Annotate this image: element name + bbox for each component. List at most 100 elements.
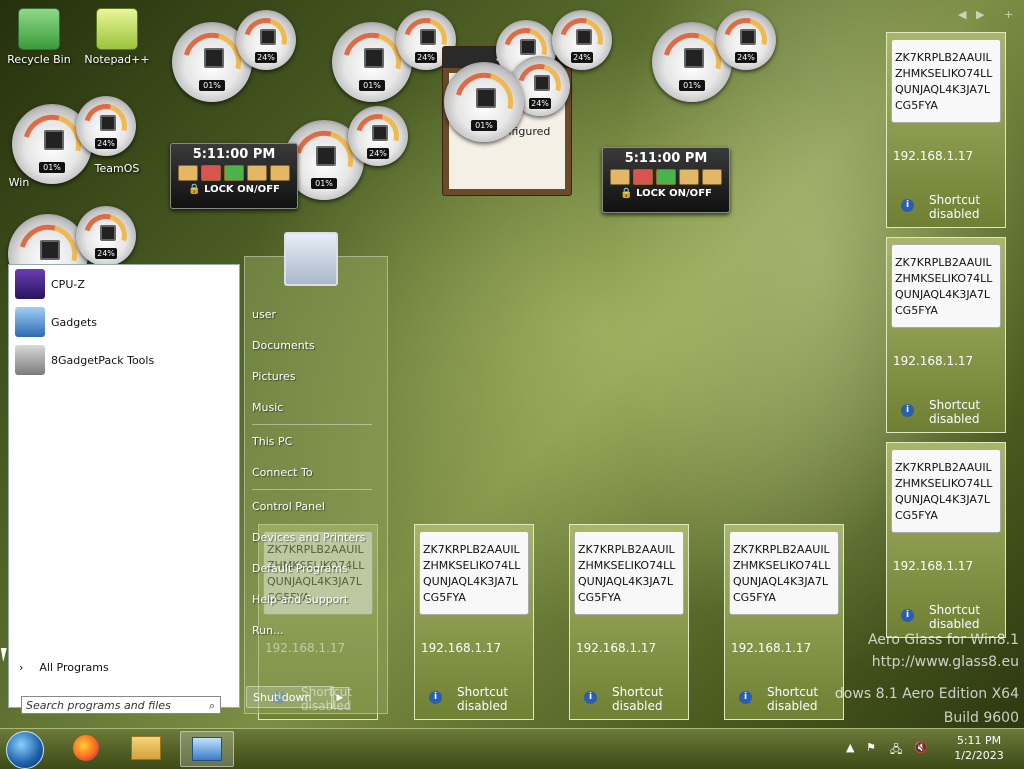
key-icon[interactable] [247,165,267,181]
memory-chip-icon [420,29,436,46]
memory-chip-icon [100,225,116,242]
start-link-pictures[interactable]: Pictures [252,370,296,383]
restart-icon[interactable] [224,165,244,181]
ip-address: 192.168.1.17 [893,149,974,163]
explorer-taskbar-button[interactable] [120,731,172,765]
memory-gauge[interactable]: 24% [716,10,776,70]
search-placeholder: Search programs and files [26,699,171,712]
memory-chip-icon [534,75,550,92]
ip-address: 192.168.1.17 [576,641,657,655]
gadgets-icon [15,307,45,337]
start-program-gadgetpack-tools[interactable]: 8GadgetPack Tools [9,341,239,379]
user-avatar[interactable] [284,232,338,286]
flag-icon[interactable]: ⚑ [866,741,876,754]
start-link-this-pc[interactable]: This PC [252,435,292,448]
start-search-input[interactable]: Search programs and files ⌕ [21,696,221,714]
memory-gauge[interactable]: 24% [76,96,136,156]
network-widget[interactable]: ZK7KRPLB2AAUILZHMKSELIKO74LLQUNJAQL4K3JA… [886,32,1006,228]
clock-time: 5:11:00 PM [624,151,708,166]
chevron-right-icon[interactable]: ▶ [331,687,349,709]
shortcut-status: i Shortcut disabled [739,685,839,713]
network-key: ZK7KRPLB2AAUILZHMKSELIKO74LLQUNJAQL4K3JA… [891,244,1001,328]
desktop-icon-notepad[interactable]: Notepad++ [82,8,152,66]
divider [252,424,372,425]
cpu-chip-icon [684,47,704,68]
shortcut-label: Shortcut disabled [767,685,819,713]
network-widget[interactable]: ZK7KRPLB2AAUILZHMKSELIKO74LLQUNJAQL4K3JA… [724,524,844,720]
gadget-add-icon[interactable]: + [1004,8,1013,21]
notepad-icon [96,8,138,50]
memory-gauge[interactable]: 24% [348,106,408,166]
gadgets-taskbar-button[interactable] [180,731,234,767]
clock-widget[interactable]: 5:11:00 PM 🔒 LOCK ON/OFF [170,143,298,209]
gadget-prev-icon[interactable]: ◀ [958,8,966,21]
network-widget[interactable]: ZK7KRPLB2AAUILZHMKSELIKO74LLQUNJAQL4K3JA… [569,524,689,720]
watermark-line: Build 9600 [943,710,1019,726]
start-link-run[interactable]: Run... [252,624,284,637]
memory-gauge-value: 24% [415,51,437,63]
clock-time: 5:11:00 PM [192,147,276,162]
desktop-icon-recycle-bin[interactable]: Recycle Bin [4,8,74,66]
logoff-icon[interactable] [610,169,630,185]
all-programs-button[interactable]: › All Programs [19,661,109,674]
cpu-gauge-value: 01% [471,119,497,131]
start-menu-right-pane [244,256,388,714]
network-key: ZK7KRPLB2AAUILZHMKSELIKO74LLQUNJAQL4K3JA… [419,531,529,615]
clock-widget[interactable]: 5:11:00 PM 🔒 LOCK ON/OFF [602,147,730,213]
shortcut-status: i Shortcut disabled [901,398,1001,426]
desktop-icon-teamos[interactable]: TeamOS [82,162,152,175]
cpu-gauge[interactable]: 01% [444,62,524,142]
shutdown-button[interactable]: Shut down ▶ [246,686,349,709]
shortcut-label: Shortcut disabled [457,685,509,713]
cpu-z-icon [15,269,45,299]
memory-chip-icon [740,29,756,46]
memory-gauge-value: 24% [735,51,757,63]
power-icon[interactable] [201,165,221,181]
memory-gauge[interactable]: 24% [552,10,612,70]
info-icon: i [739,691,752,704]
start-program-gadgets[interactable]: Gadgets [9,303,239,341]
cpu-gauge-value: 01% [199,79,225,91]
chevron-right-icon: › [19,661,24,674]
start-link-documents[interactable]: Documents [252,339,315,352]
network-widget[interactable]: ZK7KRPLB2AAUILZHMKSELIKO74LLQUNJAQL4K3JA… [414,524,534,720]
start-link-connect-to[interactable]: Connect To [252,466,313,479]
power-icon[interactable] [633,169,653,185]
taskbar-clock[interactable]: 5:11 PM 1/2/2023 [944,733,1014,763]
memory-gauge[interactable]: 24% [236,10,296,70]
show-hidden-icons-icon[interactable]: ▲ [846,741,854,754]
sleep-icon[interactable] [270,165,290,181]
start-link-help-support[interactable]: Help and Support [252,593,348,606]
start-program-label: CPU-Z [51,277,85,291]
ip-address: 192.168.1.17 [421,641,502,655]
network-widget[interactable]: ZK7KRPLB2AAUILZHMKSELIKO74LLQUNJAQL4K3JA… [886,442,1006,638]
volume-muted-icon[interactable]: 🔇 [914,741,928,754]
start-button[interactable] [6,731,44,769]
watermark-line: dows 8.1 Aero Edition X64 [834,686,1019,702]
firefox-taskbar-button[interactable] [60,731,112,765]
cpu-gauge-value: 01% [39,161,65,173]
start-link-control-panel[interactable]: Control Panel [252,500,325,513]
start-link-music[interactable]: Music [252,401,283,414]
network-key: ZK7KRPLB2AAUILZHMKSELIKO74LLQUNJAQL4K3JA… [891,39,1001,123]
start-link-user[interactable]: user [252,308,276,321]
start-program-label: 8GadgetPack Tools [51,353,155,367]
start-program-cpu-z[interactable]: CPU-Z [9,265,239,303]
desktop-icon-label: Notepad++ [84,53,150,66]
logoff-icon[interactable] [178,165,198,181]
network-icon[interactable]: 🖧 [890,741,902,760]
restart-icon[interactable] [656,169,676,185]
gadget-next-icon[interactable]: ▶ [976,8,984,21]
start-link-default-programs[interactable]: Default Programs [252,562,348,575]
cpu-chip-icon [204,47,224,68]
network-key: ZK7KRPLB2AAUILZHMKSELIKO74LLQUNJAQL4K3JA… [891,449,1001,533]
taskbar-time: 5:11 PM [956,734,1002,747]
start-link-devices-printers[interactable]: Devices and Printers [252,531,365,544]
lock-toggle[interactable]: 🔒 LOCK ON/OFF [603,188,729,199]
memory-gauge-value: 24% [529,97,551,109]
key-icon[interactable] [679,169,699,185]
network-widget[interactable]: ZK7KRPLB2AAUILZHMKSELIKO74LLQUNJAQL4K3JA… [886,237,1006,433]
sleep-icon[interactable] [702,169,722,185]
ip-address: 192.168.1.17 [893,354,974,368]
lock-toggle[interactable]: 🔒 LOCK ON/OFF [171,184,297,195]
